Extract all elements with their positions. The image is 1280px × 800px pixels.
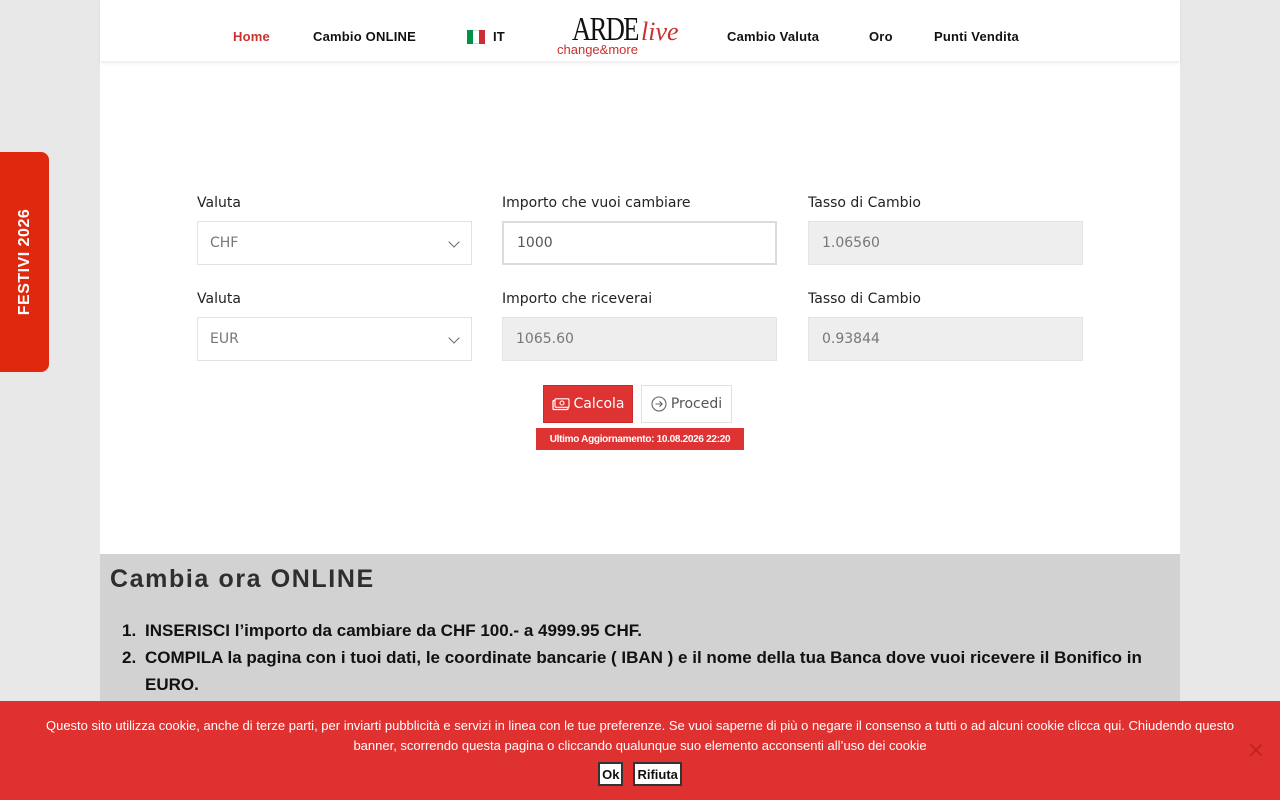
step-number: 1. (122, 621, 137, 640)
nav-punti-vendita[interactable]: Punti Vendita (934, 29, 1019, 44)
site-header: Home Cambio ONLINE IT ARDE live change&m… (100, 0, 1180, 61)
logo-tagline: change&more (557, 42, 638, 57)
close-icon[interactable] (1249, 743, 1263, 757)
calcola-button[interactable]: Calcola (543, 385, 633, 423)
nav-home[interactable]: Home (233, 29, 270, 44)
cookie-text: Questo sito utilizza cookie, anche di te… (45, 718, 1235, 753)
step-text: INSERISCI l’importo da cambiare da CHF 1… (145, 621, 642, 640)
rate-from-label: Tasso di Cambio (808, 195, 921, 211)
step-number: 2. (122, 648, 137, 667)
amount-from-input[interactable]: 1000 (502, 221, 777, 265)
amount-from-value: 1000 (517, 235, 553, 251)
calcola-label: Calcola (573, 396, 625, 412)
amount-to-field: 1065.60 (502, 317, 777, 361)
currency-from-value: CHF (210, 235, 239, 251)
nav-oro[interactable]: Oro (869, 29, 893, 44)
site-logo[interactable]: ARDE live change&more (555, 12, 680, 60)
nav-cambio-valuta[interactable]: Cambio Valuta (727, 29, 819, 44)
rate-from-field: 1.06560 (808, 221, 1083, 265)
rate-to-field: 0.93844 (808, 317, 1083, 361)
currency-to-select[interactable]: EUR (197, 317, 472, 361)
rate-to-label: Tasso di Cambio (808, 291, 921, 307)
cookie-reject-button[interactable]: Rifiuta (633, 762, 682, 786)
cookie-ok-button[interactable]: Ok (598, 762, 624, 786)
currency-to-label: Valuta (197, 291, 241, 307)
last-update-badge: Ultimo Aggiornamento: 10.08.2026 22:20 (536, 428, 744, 450)
page-container: Home Cambio ONLINE IT ARDE live change&m… (100, 0, 1180, 800)
rate-to-value: 0.93844 (822, 331, 880, 347)
currency-from-select[interactable]: CHF (197, 221, 472, 265)
festivi-side-tab[interactable]: FESTIVI 2026 (0, 152, 49, 372)
procedi-label: Procedi (670, 396, 723, 412)
info-steps-list: 1. INSERISCI l’importo da cambiare da CH… (122, 617, 1152, 698)
nav-cambio-online[interactable]: Cambio ONLINE (313, 29, 416, 44)
cookie-banner: Questo sito utilizza cookie, anche di te… (0, 701, 1280, 800)
chevron-down-icon (448, 236, 460, 248)
money-icon (551, 397, 570, 410)
procedi-button[interactable]: Procedi (641, 385, 732, 423)
logo-live-text: live (641, 17, 679, 46)
festivi-label: FESTIVI 2026 (15, 208, 33, 316)
italy-flag-icon[interactable] (467, 30, 485, 44)
amount-from-label: Importo che vuoi cambiare (502, 195, 691, 211)
info-title: Cambia ora ONLINE (110, 565, 375, 593)
currency-to-value: EUR (210, 331, 239, 347)
arrow-right-circle-icon (651, 396, 667, 412)
rate-from-value: 1.06560 (822, 235, 880, 251)
nav-language[interactable]: IT (493, 29, 505, 44)
list-item: 2. COMPILA la pagina con i tuoi dati, le… (122, 644, 1152, 698)
cookie-buttons: Ok Rifiuta (0, 762, 1280, 786)
amount-to-label: Importo che riceverai (502, 291, 653, 307)
amount-to-value: 1065.60 (516, 331, 574, 347)
list-item: 1. INSERISCI l’importo da cambiare da CH… (122, 617, 1152, 644)
currency-from-label: Valuta (197, 195, 241, 211)
step-text: COMPILA la pagina con i tuoi dati, le co… (145, 648, 1142, 694)
chevron-down-icon (448, 332, 460, 344)
